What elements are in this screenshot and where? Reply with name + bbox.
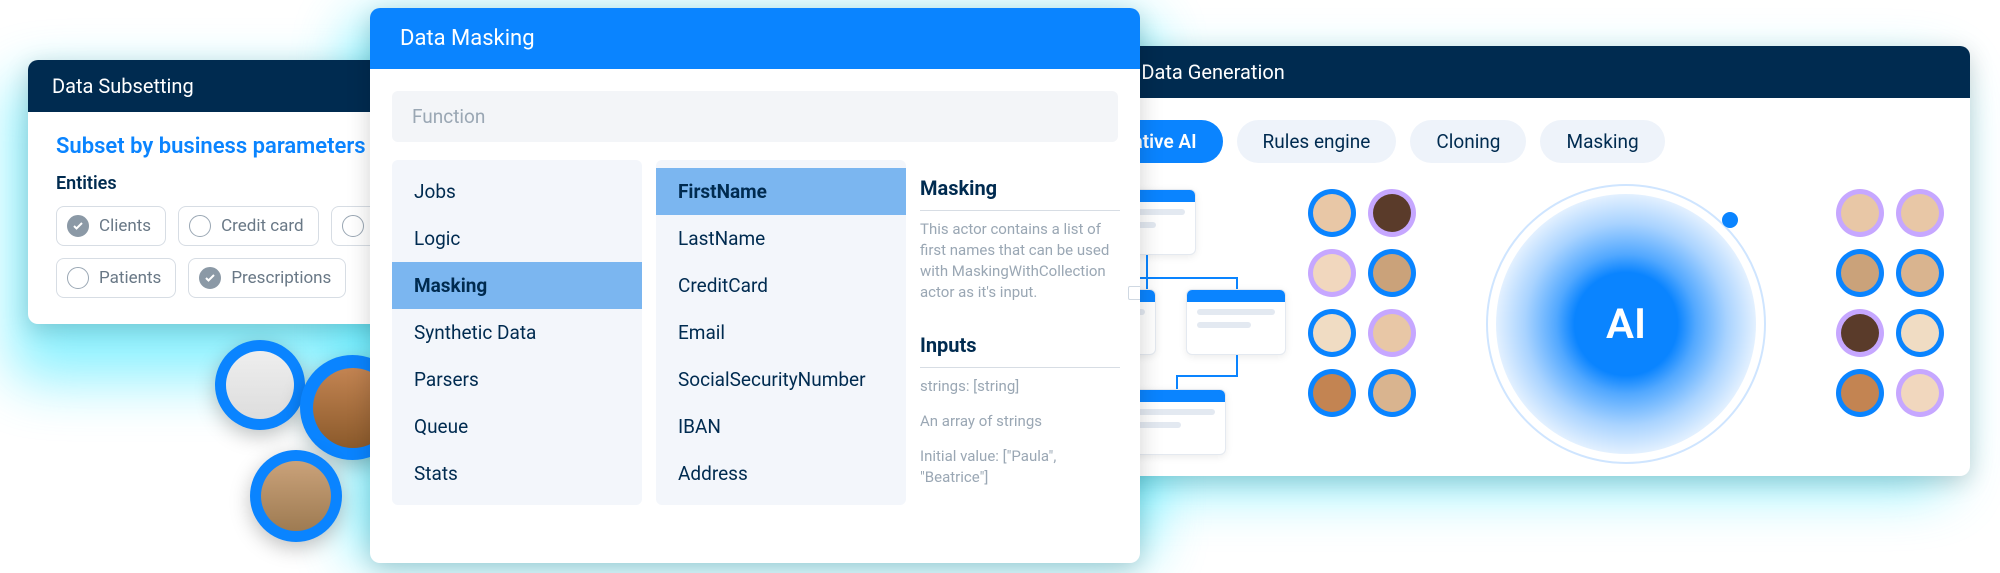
category-item[interactable]: Synthetic Data <box>392 309 642 356</box>
generated-people <box>1836 189 1944 459</box>
detail-desc: This actor contains a list of first name… <box>920 211 1120 309</box>
inputs-line: strings: [string] <box>920 368 1120 403</box>
search-placeholder: Function <box>412 105 485 128</box>
scroll-hint <box>1128 286 1140 300</box>
chip-label: Clients <box>99 216 151 236</box>
avatar <box>1308 309 1356 357</box>
field-item[interactable]: IBAN <box>656 403 906 450</box>
panel-header: Data Masking <box>370 8 1140 69</box>
panel-title: Data Masking <box>400 26 535 51</box>
avatar <box>1368 249 1416 297</box>
avatar <box>1836 369 1884 417</box>
avatar <box>1896 189 1944 237</box>
avatar <box>1368 309 1416 357</box>
tab-rules-engine[interactable]: Rules engine <box>1237 120 1397 163</box>
inputs-line: Initial value: ["Paula", "Beatrice"] <box>920 438 1120 494</box>
avatar <box>1368 369 1416 417</box>
category-item[interactable]: Parsers <box>392 356 642 403</box>
avatar <box>1836 309 1884 357</box>
field-list: FirstNameLastNameCreditCardEmailSocialSe… <box>656 160 906 505</box>
radio-icon <box>67 267 89 289</box>
field-item[interactable]: Email <box>656 309 906 356</box>
category-item[interactable]: Jobs <box>392 168 642 215</box>
ai-label: AI <box>1606 300 1646 349</box>
panel-header: Synthetic Data Generation <box>1030 46 1970 98</box>
table-card <box>1186 289 1286 355</box>
radio-icon <box>189 215 211 237</box>
chip-label: Prescriptions <box>231 268 331 288</box>
detail-title: Masking <box>920 172 1120 211</box>
tab-masking[interactable]: Masking <box>1540 120 1664 163</box>
field-item[interactable]: FirstName <box>656 168 906 215</box>
table-card <box>1126 389 1226 455</box>
category-list: JobsLogicMaskingSynthetic DataParsersQue… <box>392 160 642 505</box>
chip-label: Patients <box>99 268 161 288</box>
category-item[interactable]: Stats <box>392 450 642 497</box>
panel-title: Data Subsetting <box>52 74 194 98</box>
orbit-dot-icon <box>1722 212 1738 228</box>
detail-pane: Masking This actor contains a list of fi… <box>920 160 1120 505</box>
tabs: Generative AIRules engineCloningMasking <box>1030 98 1970 171</box>
entity-chip-clients[interactable]: Clients <box>56 206 166 246</box>
radio-icon <box>342 215 364 237</box>
function-search[interactable]: Function <box>392 91 1118 142</box>
avatar <box>1896 369 1944 417</box>
panel-synthetic-data: Synthetic Data Generation Generative AIR… <box>1030 46 1970 476</box>
avatar <box>1368 189 1416 237</box>
entity-chip-patients[interactable]: Patients <box>56 258 176 298</box>
tab-cloning[interactable]: Cloning <box>1410 120 1526 163</box>
avatar <box>1836 189 1884 237</box>
chip-label: Credit card <box>221 216 304 236</box>
ai-engine: AI <box>1456 189 1796 459</box>
category-item[interactable]: Logic <box>392 215 642 262</box>
avatar <box>1836 249 1884 297</box>
check-icon <box>199 267 221 289</box>
inputs-title: Inputs <box>920 329 1120 368</box>
avatar <box>215 340 305 430</box>
avatar <box>1308 369 1356 417</box>
avatar <box>1896 309 1944 357</box>
avatar <box>1308 249 1356 297</box>
panel-data-masking: Data Masking Function JobsLogicMaskingSy… <box>370 8 1140 563</box>
category-item[interactable]: Masking <box>392 262 642 309</box>
avatar <box>1896 249 1944 297</box>
field-item[interactable]: SocialSecurityNumber <box>656 356 906 403</box>
check-icon <box>67 215 89 237</box>
avatar <box>250 450 342 542</box>
field-item[interactable]: Address <box>656 450 906 497</box>
field-item[interactable]: LastName <box>656 215 906 262</box>
inputs-line: An array of strings <box>920 403 1120 438</box>
field-item[interactable]: CreditCard <box>656 262 906 309</box>
entity-chip-prescriptions[interactable]: Prescriptions <box>188 258 346 298</box>
source-people <box>1308 189 1416 459</box>
entity-chip-credit-card[interactable]: Credit card <box>178 206 319 246</box>
avatar <box>1308 189 1356 237</box>
category-item[interactable]: Queue <box>392 403 642 450</box>
